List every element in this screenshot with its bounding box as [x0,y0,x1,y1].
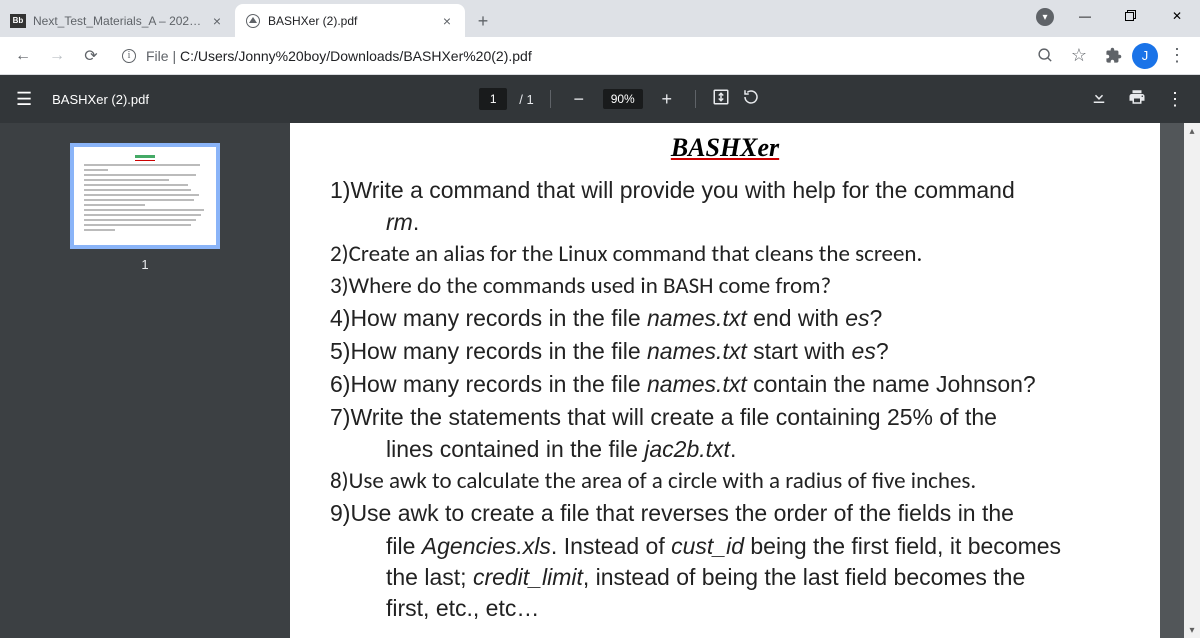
separator [550,90,551,108]
pdf-filename: BASHXer (2).pdf [52,92,149,107]
download-icon[interactable] [1090,88,1108,111]
maximize-button[interactable] [1108,0,1154,32]
toolbar-right: ⋮ [1090,88,1184,111]
hamburger-icon[interactable]: ☰ [16,89,32,110]
print-icon[interactable] [1128,88,1146,111]
question-3: 3)Where do the commands used in BASH com… [330,271,1120,302]
close-icon[interactable]: × [209,13,225,29]
tab-inactive[interactable]: Bb Next_Test_Materials_A – 2021 Sp × [0,4,235,37]
browser-toolbar: ← → ⟳ i File | C:/Users/Jonny%20boy/Down… [0,37,1200,75]
fit-to-page-icon[interactable] [712,88,730,111]
tab-active[interactable]: BASHXer (2).pdf × [235,4,465,37]
back-button[interactable]: ← [8,41,38,71]
tab-favicon-pdf [245,13,261,29]
zoom-in-button[interactable]: + [655,89,679,110]
bookmark-icon[interactable]: ☆ [1064,41,1094,71]
separator [695,90,696,108]
scroll-down-icon[interactable]: ▾ [1184,622,1200,638]
tab-favicon-blackboard: Bb [10,13,26,29]
document-viewport[interactable]: BASHXer 1)Write a command that will prov… [290,123,1200,638]
thumbnail-number: 1 [141,257,148,272]
vertical-scrollbar[interactable]: ▴ ▾ [1184,123,1200,638]
pdf-content-area: 1 BASHXer 1)Write a command that will pr… [0,123,1200,638]
zoom-level[interactable]: 90% [603,89,643,109]
page-number-input[interactable]: 1 [479,88,507,110]
profile-avatar[interactable]: J [1132,43,1158,69]
question-5: 5)How many records in the file names.txt… [330,336,1120,368]
window-controls: ▾ — ✕ [1036,0,1200,32]
scroll-up-icon[interactable]: ▴ [1184,123,1200,139]
browser-tabstrip: Bb Next_Test_Materials_A – 2021 Sp × BAS… [0,0,1200,37]
url-scheme: File [146,48,169,64]
url-path: C:/Users/Jonny%20boy/Downloads/BASHXer%2… [180,48,532,64]
forward-button[interactable]: → [42,41,72,71]
document-title: BASHXer [330,133,1120,163]
tab-title: BASHXer (2).pdf [268,14,432,28]
question-7: 7)Write the statements that will create … [330,402,1120,465]
site-info-icon[interactable]: i [122,49,136,63]
page-thumbnail[interactable] [70,143,220,249]
pdf-page: BASHXer 1)Write a command that will prov… [290,123,1160,638]
zoom-out-button[interactable]: − [567,89,591,110]
address-bar[interactable]: i File | C:/Users/Jonny%20boy/Downloads/… [110,42,1026,70]
thumbnail-panel: 1 [0,123,290,638]
url-text: File | C:/Users/Jonny%20boy/Downloads/BA… [146,48,1014,64]
question-9: 9)Use awk to create a file that reverses… [330,498,1120,623]
more-icon[interactable]: ⋮ [1166,89,1184,110]
toolbar-center: 1 / 1 − 90% + [149,88,1090,111]
rotate-icon[interactable] [742,88,760,111]
minimize-button[interactable]: — [1062,0,1108,32]
extensions-icon[interactable] [1098,41,1128,71]
pdf-toolbar: ☰ BASHXer (2).pdf 1 / 1 − 90% + ⋮ [0,75,1200,123]
question-2: 2)Create an alias for the Linux command … [330,239,1120,270]
question-8: 8)Use awk to calculate the area of a cir… [330,466,1120,497]
new-tab-button[interactable]: + [469,7,497,35]
question-6: 6)How many records in the file names.txt… [330,369,1120,401]
restore-icon [1125,10,1137,22]
menu-icon[interactable]: ⋮ [1162,41,1192,71]
chevron-down-icon[interactable]: ▾ [1036,8,1054,26]
question-1: 1)Write a command that will provide you … [330,175,1120,238]
close-window-button[interactable]: ✕ [1154,0,1200,32]
question-4: 4)How many records in the file names.txt… [330,303,1120,335]
close-icon[interactable]: × [439,13,455,29]
page-total: / 1 [519,92,533,107]
search-icon[interactable] [1030,41,1060,71]
tab-title: Next_Test_Materials_A – 2021 Sp [33,14,202,28]
reload-button[interactable]: ⟳ [76,41,106,71]
